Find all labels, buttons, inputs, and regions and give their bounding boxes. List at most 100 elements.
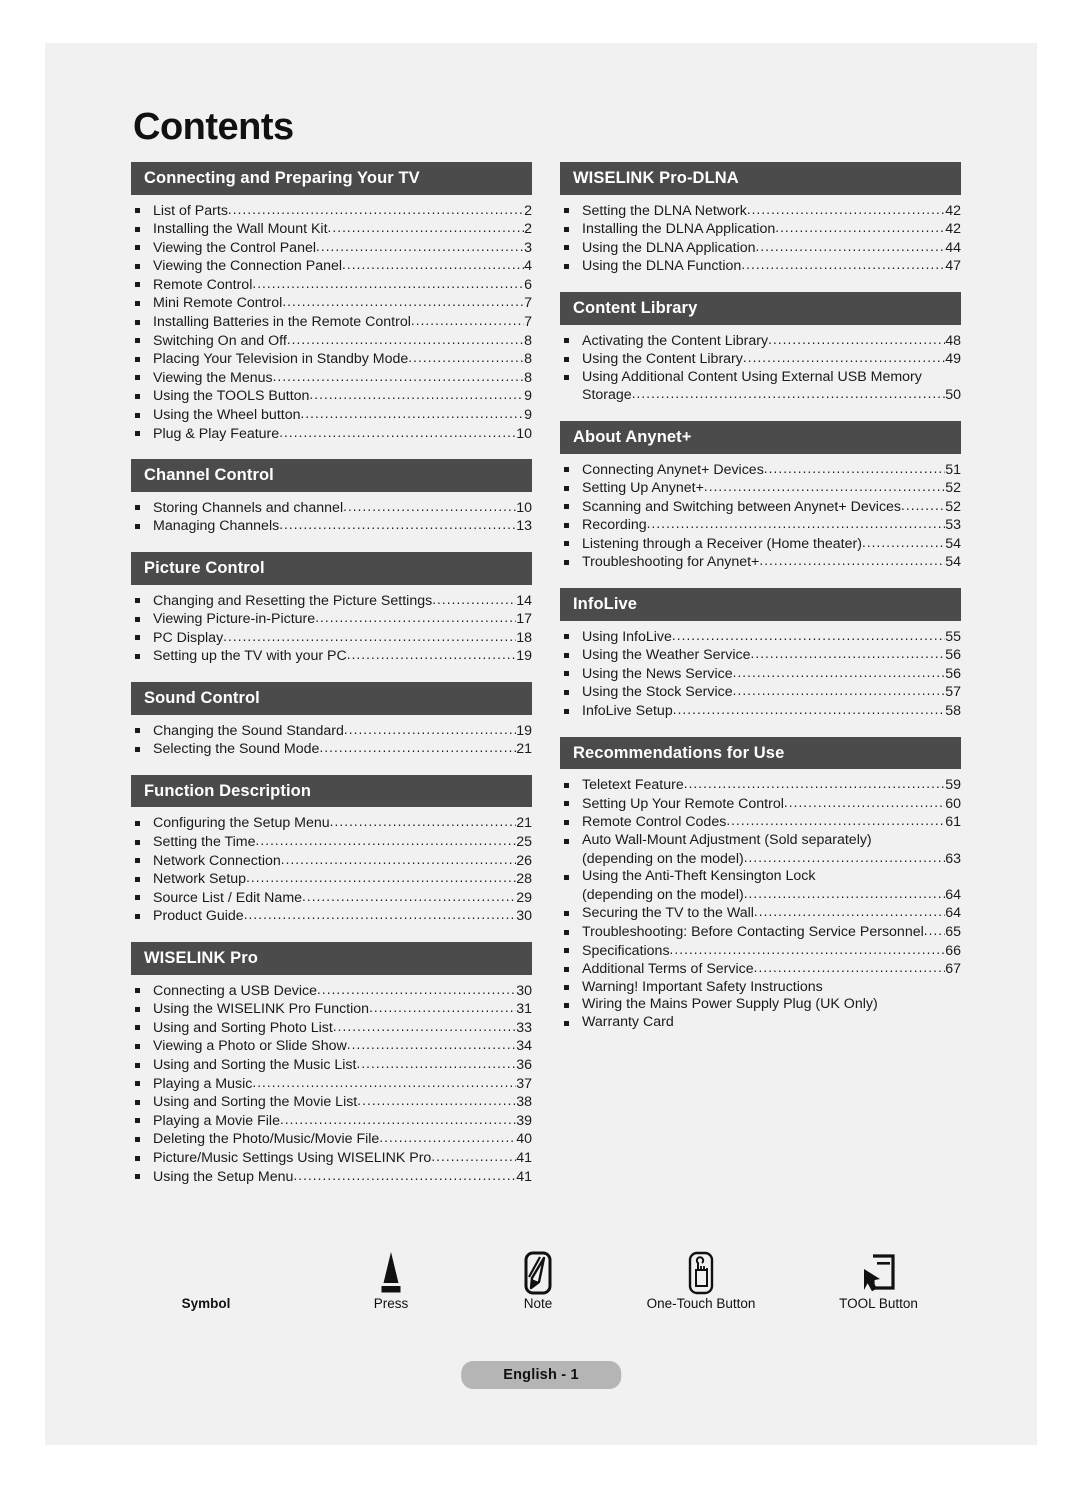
leader-dots: ........................................… <box>755 238 946 254</box>
toc-entry[interactable]: Using the Weather Service...............… <box>560 646 961 665</box>
toc-section-header[interactable]: Channel Control <box>131 459 532 492</box>
toc-entry[interactable]: Remote Control Codes....................… <box>560 813 961 832</box>
bullet-icon <box>135 263 140 269</box>
toc-entry[interactable]: Specifications..........................… <box>560 942 961 961</box>
toc-entry[interactable]: Configuring the Setup Menu..............… <box>131 814 532 833</box>
toc-entry-page-number: 4 <box>524 258 532 275</box>
toc-entry[interactable]: Using the DLNA Application..............… <box>560 239 961 258</box>
toc-columns: Connecting and Preparing Your TV List of … <box>131 161 961 1202</box>
toc-entry-page-number: 10 <box>516 499 532 516</box>
toc-entry[interactable]: Activating the Content Library..........… <box>560 332 961 351</box>
toc-entry[interactable]: Remote Control..........................… <box>131 276 532 295</box>
toc-entry[interactable]: Additional Terms of Service.............… <box>560 960 961 979</box>
leader-dots: ........................................… <box>732 683 946 699</box>
toc-entry-row: Connecting a USB Device.................… <box>153 982 532 1001</box>
toc-entry[interactable]: Using Additional Content Using External … <box>560 369 961 405</box>
toc-entry[interactable]: Network Connection......................… <box>131 852 532 871</box>
bullet-icon <box>135 820 140 826</box>
toc-section-header[interactable]: About Anynet+ <box>560 420 961 454</box>
toc-entry[interactable]: Using InfoLive..........................… <box>560 628 961 647</box>
toc-entry[interactable]: Setting the Time........................… <box>131 833 532 852</box>
toc-entry[interactable]: PC Display..............................… <box>131 629 532 648</box>
toc-entry[interactable]: Recording...............................… <box>560 516 961 535</box>
toc-entry[interactable]: Plug & Play Feature.....................… <box>131 425 532 444</box>
toc-entry[interactable]: Connecting a USB Device.................… <box>131 982 532 1001</box>
toc-entry[interactable]: Using the Anti-Theft Kensington Lock....… <box>560 868 961 904</box>
toc-entry-label: Managing Channels <box>153 518 280 535</box>
toc-section-header[interactable]: Function Description <box>131 774 532 808</box>
toc-entry[interactable]: Setting up the TV with your PC..........… <box>131 647 532 666</box>
toc-section-header[interactable]: Sound Control <box>131 682 532 715</box>
toc-entry[interactable]: Connecting Anynet+ Devices..............… <box>560 461 961 480</box>
bullet-icon <box>564 559 569 565</box>
toc-entry[interactable]: Network Setup...........................… <box>131 870 532 889</box>
toc-entry[interactable]: Switching On and Off....................… <box>131 332 532 351</box>
toc-section-header[interactable]: WISELINK Pro-DLNA <box>560 161 961 195</box>
toc-entry[interactable]: Viewing the Menus.......................… <box>131 369 532 388</box>
toc-entry[interactable]: Securing the TV to the Wall.............… <box>560 904 961 923</box>
toc-entry[interactable]: List of Parts...........................… <box>131 202 532 221</box>
toc-entry[interactable]: Warning! Important Safety Instructions..… <box>560 979 961 997</box>
toc-entry[interactable]: Changing and Resetting the Picture Setti… <box>131 592 532 611</box>
toc-section-header[interactable]: WISELINK Pro <box>131 942 532 975</box>
toc-entry[interactable]: Using and Sorting Photo List............… <box>131 1019 532 1038</box>
toc-entry[interactable]: Using and Sorting the Music List........… <box>131 1056 532 1075</box>
toc-section-header[interactable]: Picture Control <box>131 552 532 585</box>
toc-section: About Anynet+ Connecting Anynet+ Devices.… <box>560 420 961 588</box>
toc-entry[interactable]: Source List / Edit Name.................… <box>131 889 532 908</box>
toc-entry[interactable]: Picture/Music Settings Using WISELINK Pr… <box>131 1149 532 1168</box>
toc-entry-label: Changing the Sound Standard <box>153 722 344 739</box>
toc-entry[interactable]: Installing the DLNA Application.........… <box>560 220 961 239</box>
toc-entry[interactable]: Using the DLNA Function.................… <box>560 257 961 276</box>
toc-section: Content Library Activating the Content Li… <box>560 291 961 421</box>
toc-entry[interactable]: Selecting the Sound Mode................… <box>131 740 532 759</box>
toc-entry[interactable]: Installing the Wall Mount Kit...........… <box>131 220 532 239</box>
toc-entry[interactable]: Storing Channels and channel............… <box>131 499 532 518</box>
toc-entry[interactable]: Changing the Sound Standard.............… <box>131 722 532 741</box>
toc-section-header[interactable]: Connecting and Preparing Your TV <box>131 161 532 195</box>
toc-entry[interactable]: Auto Wall-Mount Adjustment (Sold separat… <box>560 832 961 868</box>
toc-entry[interactable]: InfoLive Setup..........................… <box>560 702 961 721</box>
toc-section-header[interactable]: InfoLive <box>560 588 961 621</box>
toc-entry[interactable]: Setting the DLNA Network................… <box>560 202 961 221</box>
toc-entry[interactable]: Listening through a Receiver (Home theat… <box>560 535 961 554</box>
toc-entry[interactable]: Managing Channels.......................… <box>131 517 532 536</box>
toc-entry[interactable]: Viewing a Photo or Slide Show...........… <box>131 1037 532 1056</box>
toc-entry[interactable]: Deleting the Photo/Music/Movie File.....… <box>131 1130 532 1149</box>
toc-entry-page-number: 34 <box>516 1038 532 1055</box>
toc-entry[interactable]: Warranty Card...........................… <box>560 1014 961 1032</box>
toc-entry[interactable]: Viewing Picture-in-Picture..............… <box>131 610 532 629</box>
toc-entry[interactable]: Installing Batteries in the Remote Contr… <box>131 313 532 332</box>
toc-entry[interactable]: Using the Stock Service.................… <box>560 683 961 702</box>
toc-entry[interactable]: Using the News Service..................… <box>560 665 961 684</box>
toc-entry[interactable]: Playing a Music.........................… <box>131 1075 532 1094</box>
toc-entry[interactable]: Using the Wheel button..................… <box>131 406 532 425</box>
toc-entry[interactable]: Troubleshooting: Before Contacting Servi… <box>560 923 961 942</box>
toc-entry-row: Deleting the Photo/Music/Movie File.....… <box>153 1130 532 1149</box>
toc-entry[interactable]: Teletext Feature........................… <box>560 776 961 795</box>
toc-entry[interactable]: Using the TOOLS Button..................… <box>131 387 532 406</box>
toc-entry[interactable]: Scanning and Switching between Anynet+ D… <box>560 498 961 517</box>
toc-entry[interactable]: Viewing the Connection Panel............… <box>131 257 532 276</box>
toc-entry[interactable]: Placing Your Television in Standby Mode.… <box>131 350 532 369</box>
bullet-icon <box>135 635 140 641</box>
toc-entry[interactable]: Mini Remote Control.....................… <box>131 294 532 313</box>
toc-entry[interactable]: Wiring the Mains Power Supply Plug (UK O… <box>560 996 961 1014</box>
toc-entry[interactable]: Using and Sorting the Movie List........… <box>131 1093 532 1112</box>
toc-section-header[interactable]: Recommendations for Use <box>560 736 961 770</box>
page-number-badge: English - 1 <box>461 1361 621 1389</box>
toc-entry-page-number: 2 <box>524 221 532 238</box>
toc-entry[interactable]: Setting Up Anynet+......................… <box>560 479 961 498</box>
toc-entry[interactable]: Viewing the Control Panel...............… <box>131 239 532 258</box>
toc-entry-label: Remote Control Codes <box>582 814 727 831</box>
toc-entry[interactable]: Using the Setup Menu....................… <box>131 1168 532 1187</box>
bullet-icon <box>135 653 140 659</box>
toc-entry[interactable]: Troubleshooting for Anynet+.............… <box>560 553 961 572</box>
toc-entry[interactable]: Product Guide...........................… <box>131 907 532 926</box>
bullet-icon <box>564 226 569 232</box>
toc-entry[interactable]: Using the Content Library...............… <box>560 350 961 369</box>
toc-entry[interactable]: Setting Up Your Remote Control..........… <box>560 795 961 814</box>
toc-section-header[interactable]: Content Library <box>560 291 961 325</box>
toc-entry[interactable]: Playing a Movie File....................… <box>131 1112 532 1131</box>
toc-entry[interactable]: Using the WISELINK Pro Function.........… <box>131 1000 532 1019</box>
